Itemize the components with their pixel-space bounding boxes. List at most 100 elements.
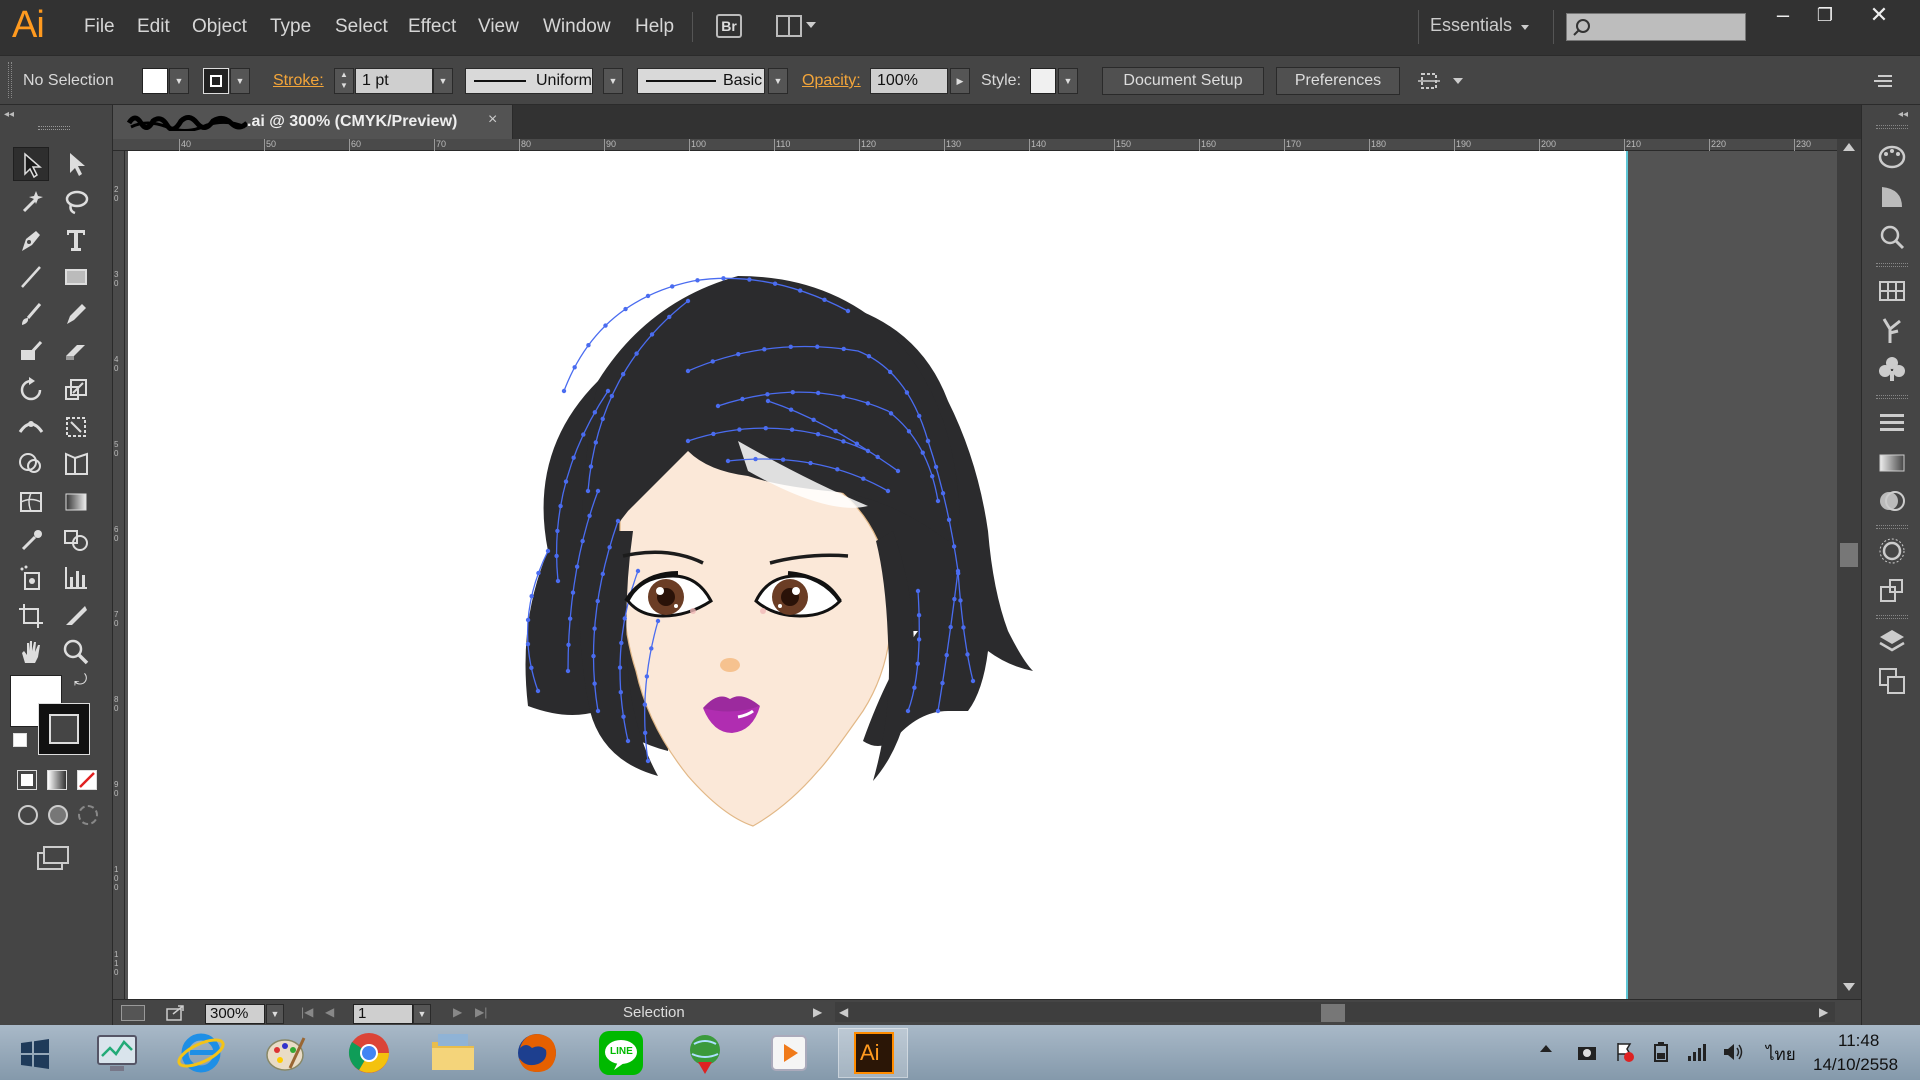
anchor-point[interactable] bbox=[645, 758, 651, 764]
anchor-point[interactable] bbox=[603, 323, 608, 328]
stroke-panel-button[interactable] bbox=[1876, 407, 1908, 439]
anchor-point[interactable] bbox=[955, 568, 961, 574]
anchor-point[interactable] bbox=[811, 417, 816, 423]
color-guide-panel-button[interactable] bbox=[1876, 141, 1908, 173]
anchor-point[interactable] bbox=[600, 416, 605, 422]
restore-button[interactable]: ❐ bbox=[1804, 2, 1846, 30]
anchor-point[interactable] bbox=[605, 388, 611, 394]
scroll-down-arrow-icon[interactable] bbox=[1843, 983, 1855, 991]
anchor-point[interactable] bbox=[854, 441, 860, 446]
power-battery-icon[interactable] bbox=[1650, 1041, 1672, 1063]
anchor-point[interactable] bbox=[815, 390, 821, 396]
anchor-point[interactable] bbox=[644, 674, 650, 679]
tray-camera-icon[interactable] bbox=[1576, 1041, 1598, 1063]
taskbar-firefox[interactable] bbox=[502, 1028, 572, 1078]
share-export-icon[interactable] bbox=[165, 1004, 185, 1022]
anchor-point[interactable] bbox=[736, 351, 741, 357]
anchor-point[interactable] bbox=[595, 708, 601, 714]
anchor-point[interactable] bbox=[916, 613, 922, 618]
panel-grip[interactable] bbox=[8, 62, 12, 98]
anchor-point[interactable] bbox=[788, 344, 793, 350]
anchor-point[interactable] bbox=[622, 616, 627, 621]
hand-tool[interactable] bbox=[13, 635, 49, 669]
swatches-panel-button[interactable] bbox=[1876, 275, 1908, 307]
anchor-point[interactable] bbox=[917, 413, 922, 419]
close-tab-button[interactable]: × bbox=[488, 111, 497, 129]
opacity-slider-button[interactable]: ▶ bbox=[950, 68, 970, 94]
stroke-weight-stepper[interactable]: ▲ ▼ bbox=[334, 68, 354, 94]
anchor-point[interactable] bbox=[635, 568, 641, 574]
stroke-swatch[interactable] bbox=[203, 68, 229, 94]
anchor-point[interactable] bbox=[592, 681, 597, 686]
swap-fill-stroke-icon[interactable]: ⤾ bbox=[74, 672, 87, 690]
eyedropper-tool[interactable] bbox=[13, 523, 49, 557]
rectangle-tool[interactable] bbox=[58, 260, 94, 294]
anchor-point[interactable] bbox=[940, 491, 946, 496]
anchor-point[interactable] bbox=[952, 596, 957, 602]
artboards-panel-button[interactable] bbox=[1876, 665, 1908, 697]
profile-dropdown[interactable]: ▼ bbox=[603, 68, 623, 94]
girl-illustration[interactable] bbox=[128, 151, 1626, 999]
panel-menu-icon[interactable] bbox=[1872, 72, 1894, 90]
anchor-point[interactable] bbox=[615, 518, 621, 524]
anchor-point[interactable] bbox=[865, 401, 871, 406]
anchor-point[interactable] bbox=[965, 652, 970, 657]
anchor-point[interactable] bbox=[572, 365, 577, 370]
collapse-toolbox-icon[interactable]: ◂◂ bbox=[4, 109, 14, 120]
anchor-point[interactable] bbox=[649, 646, 654, 651]
taskbar-media-player[interactable] bbox=[754, 1028, 824, 1078]
anchor-point[interactable] bbox=[587, 513, 592, 519]
anchor-point[interactable] bbox=[566, 642, 571, 647]
anchor-point[interactable] bbox=[835, 467, 840, 472]
anchor-point[interactable] bbox=[592, 626, 597, 631]
menu-select[interactable]: Select bbox=[335, 16, 388, 38]
anchor-point[interactable] bbox=[930, 474, 935, 479]
action-center-flag-icon[interactable] bbox=[1614, 1041, 1636, 1063]
anchor-point[interactable] bbox=[563, 479, 569, 484]
zoom-dropdown[interactable]: ▼ bbox=[266, 1004, 284, 1024]
anchor-point[interactable] bbox=[940, 680, 945, 686]
anchor-point[interactable] bbox=[561, 388, 567, 394]
anchor-point[interactable] bbox=[574, 564, 580, 569]
screen-mode-icon[interactable] bbox=[36, 845, 70, 873]
anchor-point[interactable] bbox=[790, 390, 795, 395]
menu-help[interactable]: Help bbox=[635, 16, 674, 38]
default-fill-stroke-icon[interactable] bbox=[13, 733, 27, 747]
anchor-point[interactable] bbox=[721, 276, 726, 281]
anchor-point[interactable] bbox=[933, 464, 939, 470]
anchor-point[interactable] bbox=[948, 624, 953, 630]
anchor-point[interactable] bbox=[655, 618, 661, 624]
none-mode-button[interactable] bbox=[77, 770, 97, 790]
anchor-point[interactable] bbox=[895, 468, 901, 474]
arrange-documents-button[interactable] bbox=[776, 15, 802, 37]
anchor-point[interactable] bbox=[935, 498, 941, 504]
asset-export-panel-button[interactable] bbox=[1876, 575, 1908, 607]
stroke-weight-field[interactable]: 1 pt bbox=[355, 68, 433, 94]
slice-tool[interactable] bbox=[58, 599, 94, 633]
anchor-point[interactable] bbox=[580, 538, 585, 544]
horizontal-scrollbar[interactable]: ◀ ▶ bbox=[835, 1002, 1835, 1022]
anchor-point[interactable] bbox=[916, 637, 922, 642]
anchor-point[interactable] bbox=[529, 665, 534, 671]
anchor-point[interactable] bbox=[833, 429, 838, 434]
menu-edit[interactable]: Edit bbox=[137, 16, 170, 38]
anchor-point[interactable] bbox=[925, 438, 931, 444]
anchor-point[interactable] bbox=[747, 277, 752, 282]
line-segment-tool[interactable] bbox=[13, 260, 49, 294]
fill-swatch[interactable] bbox=[142, 68, 168, 94]
document-tab[interactable]: .ai @ 300% (CMYK/Preview) × bbox=[113, 105, 513, 139]
anchor-point[interactable] bbox=[642, 702, 648, 707]
anchor-point[interactable] bbox=[915, 588, 921, 594]
anchor-point[interactable] bbox=[555, 578, 561, 584]
scroll-up-arrow-icon[interactable] bbox=[1843, 143, 1855, 151]
taskbar-chrome[interactable] bbox=[334, 1028, 404, 1078]
selection-tool[interactable] bbox=[13, 147, 49, 181]
brushes-panel-button[interactable] bbox=[1876, 315, 1908, 347]
anchor-point[interactable] bbox=[525, 617, 531, 623]
anchor-point[interactable] bbox=[685, 368, 691, 374]
preferences-button[interactable]: Preferences bbox=[1276, 67, 1400, 95]
anchor-point[interactable] bbox=[808, 460, 813, 466]
paintbrush-tool[interactable] bbox=[13, 297, 49, 331]
pencil-tool[interactable] bbox=[58, 297, 94, 331]
anchor-point[interactable] bbox=[558, 503, 563, 509]
